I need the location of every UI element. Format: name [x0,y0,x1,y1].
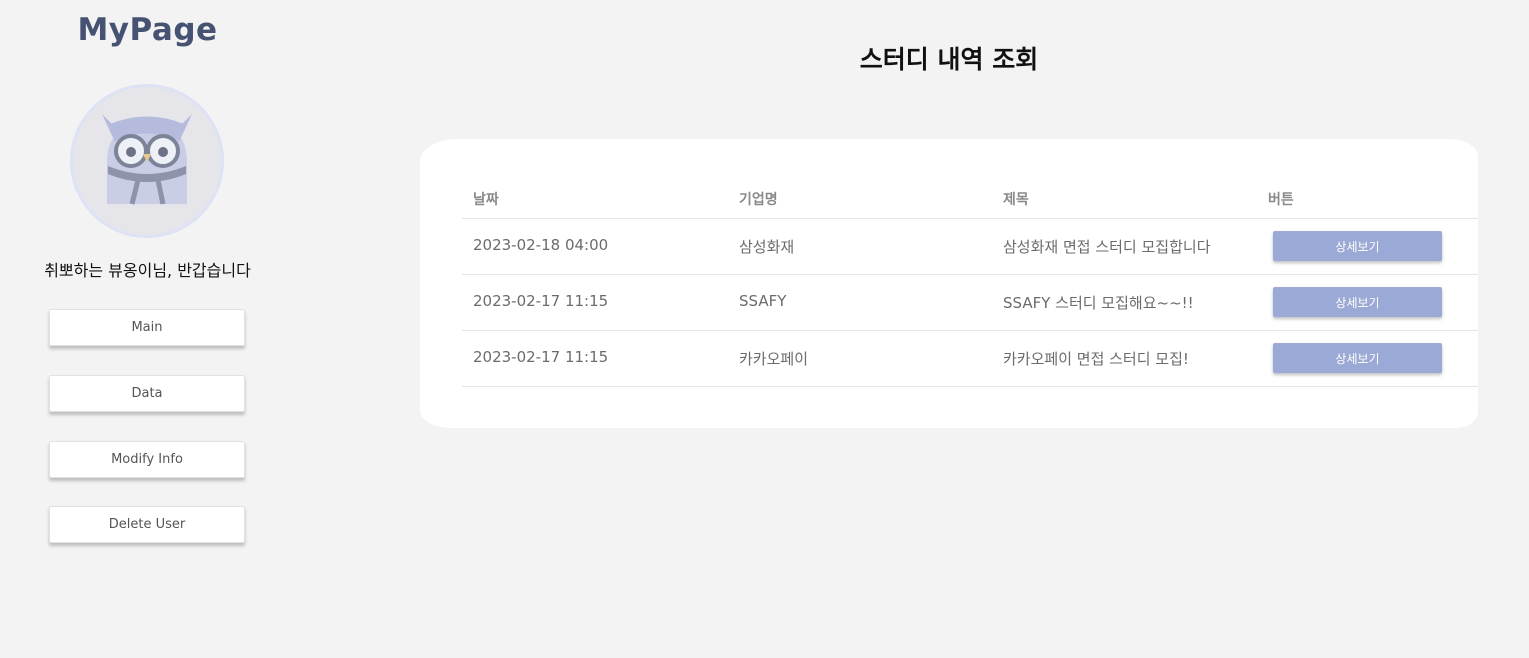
table-row: 2023-02-17 11:15 SSAFY SSAFY 스터디 모집해요~~!… [462,275,1478,331]
header-title: 제목 [1003,192,1029,208]
detail-button[interactable]: 상세보기 [1273,231,1442,261]
table-row: 2023-02-17 11:15 카카오페이 카카오페이 면접 스터디 모집! … [462,331,1478,387]
row-title: 카카오페이 면접 스터디 모집! [1003,350,1189,368]
row-company: SSAFY [739,292,787,310]
main-button[interactable]: Main [49,309,245,346]
row-date: 2023-02-17 11:15 [473,348,609,366]
row-title: SSAFY 스터디 모집해요~~!! [1003,294,1194,312]
data-button[interactable]: Data [49,375,245,412]
greeting-text: 취뽀하는 뷰옹이님, 반갑습니다 [44,261,251,280]
header-date: 날짜 [473,192,499,208]
header-button: 버튼 [1268,192,1294,208]
study-table: 날짜 기업명 제목 버튼 2023-02-18 04:00 삼성화재 삼성화재 … [462,181,1478,387]
row-title: 삼성화재 면접 스터디 모집합니다 [1003,238,1211,256]
detail-button[interactable]: 상세보기 [1273,287,1442,317]
row-date: 2023-02-18 04:00 [473,236,609,254]
owl-avatar-icon [102,114,192,205]
table-header: 날짜 기업명 제목 버튼 [462,181,1478,219]
row-company: 삼성화재 [739,238,795,256]
detail-button[interactable]: 상세보기 [1273,343,1442,373]
page-title: 스터디 내역 조회 [859,45,1039,74]
row-company: 카카오페이 [739,350,809,368]
table-row: 2023-02-18 04:00 삼성화재 삼성화재 면접 스터디 모집합니다 … [462,219,1478,275]
sidebar: MyPage 취뽀하는 뷰옹이님, 반갑습니다 Main Data Modify… [0,0,295,658]
avatar [70,84,224,238]
logo[interactable]: MyPage [0,12,295,48]
study-history-card: 날짜 기업명 제목 버튼 2023-02-18 04:00 삼성화재 삼성화재 … [420,139,1478,428]
header-company: 기업명 [739,192,778,208]
modify-info-button[interactable]: Modify Info [49,441,245,478]
delete-user-button[interactable]: Delete User [49,506,245,543]
row-date: 2023-02-17 11:15 [473,292,609,310]
